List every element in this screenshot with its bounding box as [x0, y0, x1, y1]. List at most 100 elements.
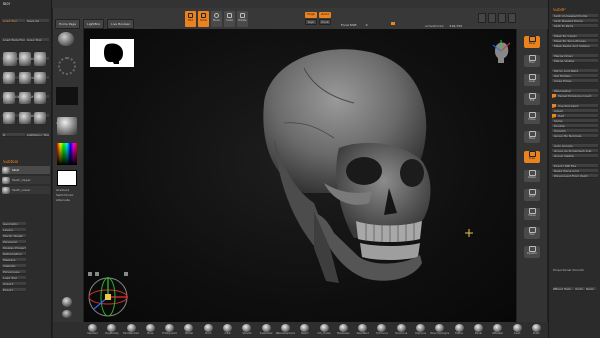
tool-thumbnail[interactable] — [34, 112, 46, 124]
alpha-off-icon[interactable] — [56, 87, 78, 105]
zsub-toggle[interactable]: Zsub — [319, 19, 331, 25]
tab-lightbox[interactable]: LightBox — [83, 19, 105, 29]
mrgb-toggle[interactable]: Mrgb — [305, 12, 317, 18]
color-picker[interactable] — [57, 143, 77, 165]
tool-thumbnail[interactable] — [34, 92, 46, 104]
main-color-swatch[interactable] — [57, 170, 77, 186]
view-rotate-button[interactable]: Rotate — [524, 170, 540, 182]
bottom-export-button[interactable]: Export — [2, 288, 26, 292]
brush-zremesherguides[interactable]: ZRemesherGuides — [276, 324, 295, 335]
orientation-gizmo-icon[interactable] — [489, 37, 513, 67]
my-menu-group-by-normals-button[interactable]: Group By Normals — [552, 134, 598, 138]
brush-pinch[interactable]: Pinch — [199, 324, 218, 335]
menus-icon[interactable] — [498, 13, 506, 23]
my-menu-adapt-button[interactable]: Adapt — [552, 109, 598, 113]
brush-standard[interactable]: Standard — [83, 324, 102, 335]
my-menu-close-holes-button[interactable]: Close Holes — [552, 79, 598, 83]
navigator-thumbnail[interactable] — [90, 39, 134, 67]
view-solo-button[interactable]: Solo — [524, 227, 540, 239]
tool-thumbnail[interactable] — [3, 92, 15, 104]
brush-claybuildup[interactable]: ClayBuildup — [102, 324, 121, 335]
section-polygroups[interactable]: Polygroups — [2, 270, 26, 274]
my-menu-relax-plane-grid-button[interactable]: Relax Plane Grid — [552, 169, 598, 173]
brush-insert[interactable]: Insert — [508, 324, 527, 335]
my-menu-split-to-parts-button[interactable]: Split To Parts — [552, 24, 598, 28]
skull-model[interactable] — [244, 43, 444, 293]
quick-save-icon[interactable] — [478, 13, 486, 23]
tool-load-tool-button[interactable]: Load Tool — [2, 19, 25, 23]
brush-selectrect[interactable]: SelectRect — [353, 324, 372, 335]
brush-hpolish[interactable]: hPolish — [179, 324, 198, 335]
my-menu-zremesher-button[interactable]: ZRemesher — [552, 89, 598, 93]
alternate-label[interactable]: Alternate — [56, 198, 70, 202]
my-menu-target-polygons-count-button[interactable]: Target Polygons Count — [552, 94, 598, 98]
tool-thumbnail[interactable] — [19, 52, 31, 66]
bottom-redo-button[interactable]: Redo — [586, 287, 596, 291]
brush-slicecurve[interactable]: SliceCurve — [392, 324, 411, 335]
my-menu-merge-visible-button[interactable]: Merge Visible — [552, 59, 598, 63]
view-persp-button[interactable]: Persp — [524, 36, 540, 48]
my-menu-half-button[interactable]: Half — [552, 114, 598, 118]
section-masking[interactable]: Masking — [2, 258, 26, 262]
my-menu-mirror-and-weld-button[interactable]: Mirror And Weld — [552, 69, 598, 73]
tool-lightbox-tools-button[interactable]: Lightbox> Tools — [26, 133, 49, 137]
subtool-row[interactable]: Teeth_Upper — [2, 176, 50, 184]
tool-thumbnail[interactable] — [3, 72, 15, 84]
my-menu-same-button[interactable]: Same — [552, 119, 598, 123]
brush-flatten[interactable]: Flatten — [450, 324, 469, 335]
stroke-icon[interactable] — [58, 57, 76, 75]
mode-move-button[interactable]: Move — [211, 11, 222, 27]
my-menu-polygroupit-from-paint-button[interactable]: Polygroupit From Paint — [552, 174, 598, 178]
bottom-zbrush-version-button[interactable]: ZBrush Version — [553, 287, 563, 291]
mode-rotate-button[interactable]: Rotate — [237, 11, 248, 27]
section-polypaint[interactable]: Polypaint — [2, 240, 26, 244]
canvas-viewport[interactable] — [84, 29, 516, 322]
tool-thumbnail[interactable] — [34, 72, 46, 84]
section-morph-target[interactable]: Morph Target — [2, 234, 26, 238]
my-menu-double-button[interactable]: Double — [552, 124, 598, 128]
view-polyf-button[interactable]: PolyF — [524, 189, 540, 201]
view-xyz-button[interactable]: XYZ — [524, 93, 540, 105]
brush-polish[interactable]: Polish — [527, 324, 546, 335]
brush-move[interactable]: Move — [141, 324, 160, 335]
rgb-toggle[interactable]: Rgb — [305, 19, 317, 25]
switchcolor-label[interactable]: SwitchColor — [56, 193, 74, 197]
brush-trimdynamic[interactable]: TrimDynamic — [160, 324, 179, 335]
default-script-icon[interactable] — [508, 13, 516, 23]
tool-thumbnail[interactable] — [3, 112, 15, 124]
bottom-load-tool-button[interactable]: Load Tool — [2, 276, 26, 280]
brush-move-topological[interactable]: Move Topological — [430, 324, 449, 335]
proportional-smooth-label[interactable]: Proportional Smooth — [553, 268, 584, 272]
see-through-icon[interactable] — [488, 13, 496, 23]
section-layers[interactable]: Layers — [2, 228, 26, 232]
brush-slash3[interactable]: Slash3 — [295, 324, 314, 335]
subtool-row[interactable]: Teeth_Lower — [2, 186, 50, 194]
tool-thumbnail[interactable] — [34, 52, 46, 66]
view-move-button[interactable]: Move — [524, 131, 540, 143]
brush-clipcurve[interactable]: ClipCurve — [411, 324, 430, 335]
zadd-toggle[interactable]: Zadd — [319, 12, 331, 18]
mode-edit-button[interactable]: Edit — [185, 11, 196, 27]
tool-save-as-button[interactable]: Save As — [26, 19, 49, 23]
tool-copy-tool-button[interactable]: Copy Tool — [26, 38, 49, 42]
subtool-row[interactable]: Skull — [2, 166, 50, 174]
section-visibility[interactable]: Visibility — [2, 264, 26, 268]
brush-orb-cracks[interactable]: Orb_Cracks — [315, 324, 334, 335]
brush-trimcurve[interactable]: TrimCurve — [372, 324, 391, 335]
my-menu-split-unmasked-points-button[interactable]: Split Unmasked Points — [552, 14, 598, 18]
gradient-label[interactable]: Gradient — [56, 188, 69, 192]
brush-planar[interactable]: Planar — [469, 324, 488, 335]
my-menu-del-hidden-button[interactable]: Del Hidden — [552, 74, 598, 78]
my-menu-group-visible-button[interactable]: Group Visible — [552, 154, 598, 158]
bottom-help-button[interactable]: Help — [564, 287, 574, 291]
brush-zmodeler[interactable]: ZModeler — [488, 324, 507, 335]
view-transp-button[interactable]: Transp — [524, 208, 540, 220]
my-menu-mask-peaks-and-valleys-button[interactable]: Mask Peaks And Valleys — [552, 44, 598, 48]
my-menu-group-as-dynamesh-sub-button[interactable]: Group As Dynamesh Sub — [552, 149, 598, 153]
sphere-icon[interactable] — [62, 297, 72, 307]
sphere-icon[interactable] — [62, 310, 72, 318]
material-icon[interactable] — [57, 117, 77, 135]
tool-thumbnail[interactable] — [19, 72, 31, 84]
my-menu-use-polypaint-button[interactable]: Use Polypaint — [552, 104, 598, 108]
transform-gizmo-icon[interactable] — [84, 269, 132, 319]
